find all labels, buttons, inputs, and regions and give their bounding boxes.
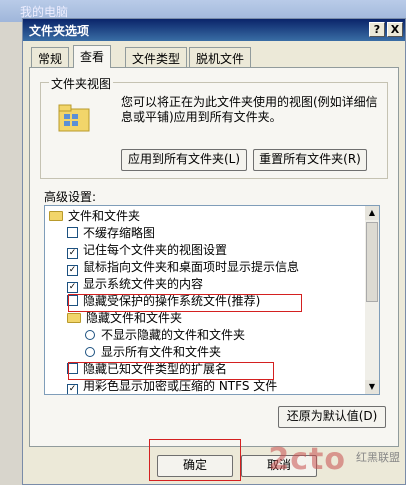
radio-button[interactable] (85, 347, 95, 357)
watermark-logo: 2cto (268, 442, 346, 477)
checkbox-checked[interactable]: ✓ (67, 384, 78, 394)
advanced-list-scrollbar[interactable]: ▲ ▼ (365, 205, 380, 395)
radio-button[interactable] (85, 330, 95, 340)
folder-view-description: 您可以将正在为此文件夹使用的视图(例如详细信息或平铺)应用到所有文件夹。 (121, 95, 378, 124)
parent-window-left-pane (0, 22, 22, 485)
folder-view-group: 文件夹视图 您可以将正在为此文件夹使用的视图(例如详细信息或平铺)应用到所有文件… (40, 75, 388, 179)
list-item[interactable]: 隐藏已知文件类型的扩展名 (67, 361, 227, 377)
dialog-title: 文件夹选项 (29, 24, 90, 38)
reset-all-folders-button[interactable]: 重置所有文件夹(R) (253, 149, 367, 171)
watermark-sub: 红黑联盟 (356, 451, 400, 464)
scroll-down-icon[interactable]: ▼ (365, 380, 379, 394)
folder-icon (49, 211, 63, 221)
checkbox-unchecked[interactable] (67, 295, 78, 306)
tab-file-types[interactable]: 文件类型 (125, 47, 188, 67)
checkbox-checked[interactable]: ✓ (67, 282, 78, 293)
folder-options-dialog: 文件夹选项 ? X 常规 查看 文件类型 脱机文件 文件夹视图 您可以将正在为此… (22, 18, 406, 485)
tab-offline-files[interactable]: 脱机文件 (189, 47, 252, 67)
help-button[interactable]: ? (369, 22, 385, 37)
list-item: 隐藏文件和文件夹 (67, 310, 182, 326)
list-item: 文件和文件夹 (49, 208, 140, 224)
checkbox-unchecked[interactable] (67, 363, 78, 374)
ok-button[interactable]: 确定 (157, 455, 233, 477)
folder-view-group-label: 文件夹视图 (49, 75, 114, 92)
checkbox-checked[interactable]: ✓ (67, 265, 78, 276)
dialog-titlebar: 文件夹选项 ? X (23, 19, 405, 41)
list-item[interactable]: ✓ 用彩色显示加密或压缩的 NTFS 文件 (67, 378, 277, 394)
list-item[interactable]: ✓ 显示系统文件夹的内容 (67, 276, 203, 293)
folder-view-icon (58, 104, 90, 132)
advanced-settings-label: 高级设置: (44, 190, 97, 204)
scroll-up-icon[interactable]: ▲ (365, 206, 379, 220)
list-item[interactable]: 隐藏受保护的操作系统文件(推荐) (67, 293, 260, 309)
list-item[interactable]: ✓ 鼠标指向文件夹和桌面项时显示提示信息 (67, 259, 299, 276)
checkbox-checked[interactable]: ✓ (67, 248, 78, 259)
restore-defaults-button[interactable]: 还原为默认值(D) (278, 406, 386, 428)
tab-general[interactable]: 常规 (31, 47, 70, 67)
list-item[interactable]: 不缓存缩略图 (67, 225, 155, 241)
checkbox-unchecked[interactable] (67, 227, 78, 238)
list-item[interactable]: ✓ 记住每个文件夹的视图设置 (67, 242, 227, 259)
list-item[interactable]: 不显示隐藏的文件和文件夹 (85, 327, 245, 343)
advanced-settings-list[interactable]: 文件和文件夹 不缓存缩略图 ✓ 记住每个文件夹的视图设置 ✓ 鼠标指向文件夹和桌面项… (44, 205, 379, 395)
close-button[interactable]: X (387, 22, 403, 37)
scrollbar-thumb[interactable] (366, 222, 378, 302)
list-item[interactable]: 显示所有文件和文件夹 (85, 344, 221, 360)
tab-view[interactable]: 查看 (73, 45, 112, 68)
folder-icon (67, 313, 81, 323)
view-tab-page: 文件夹视图 您可以将正在为此文件夹使用的视图(例如详细信息或平铺)应用到所有文件… (29, 67, 399, 447)
apply-to-all-folders-button[interactable]: 应用到所有文件夹(L) (121, 149, 247, 171)
